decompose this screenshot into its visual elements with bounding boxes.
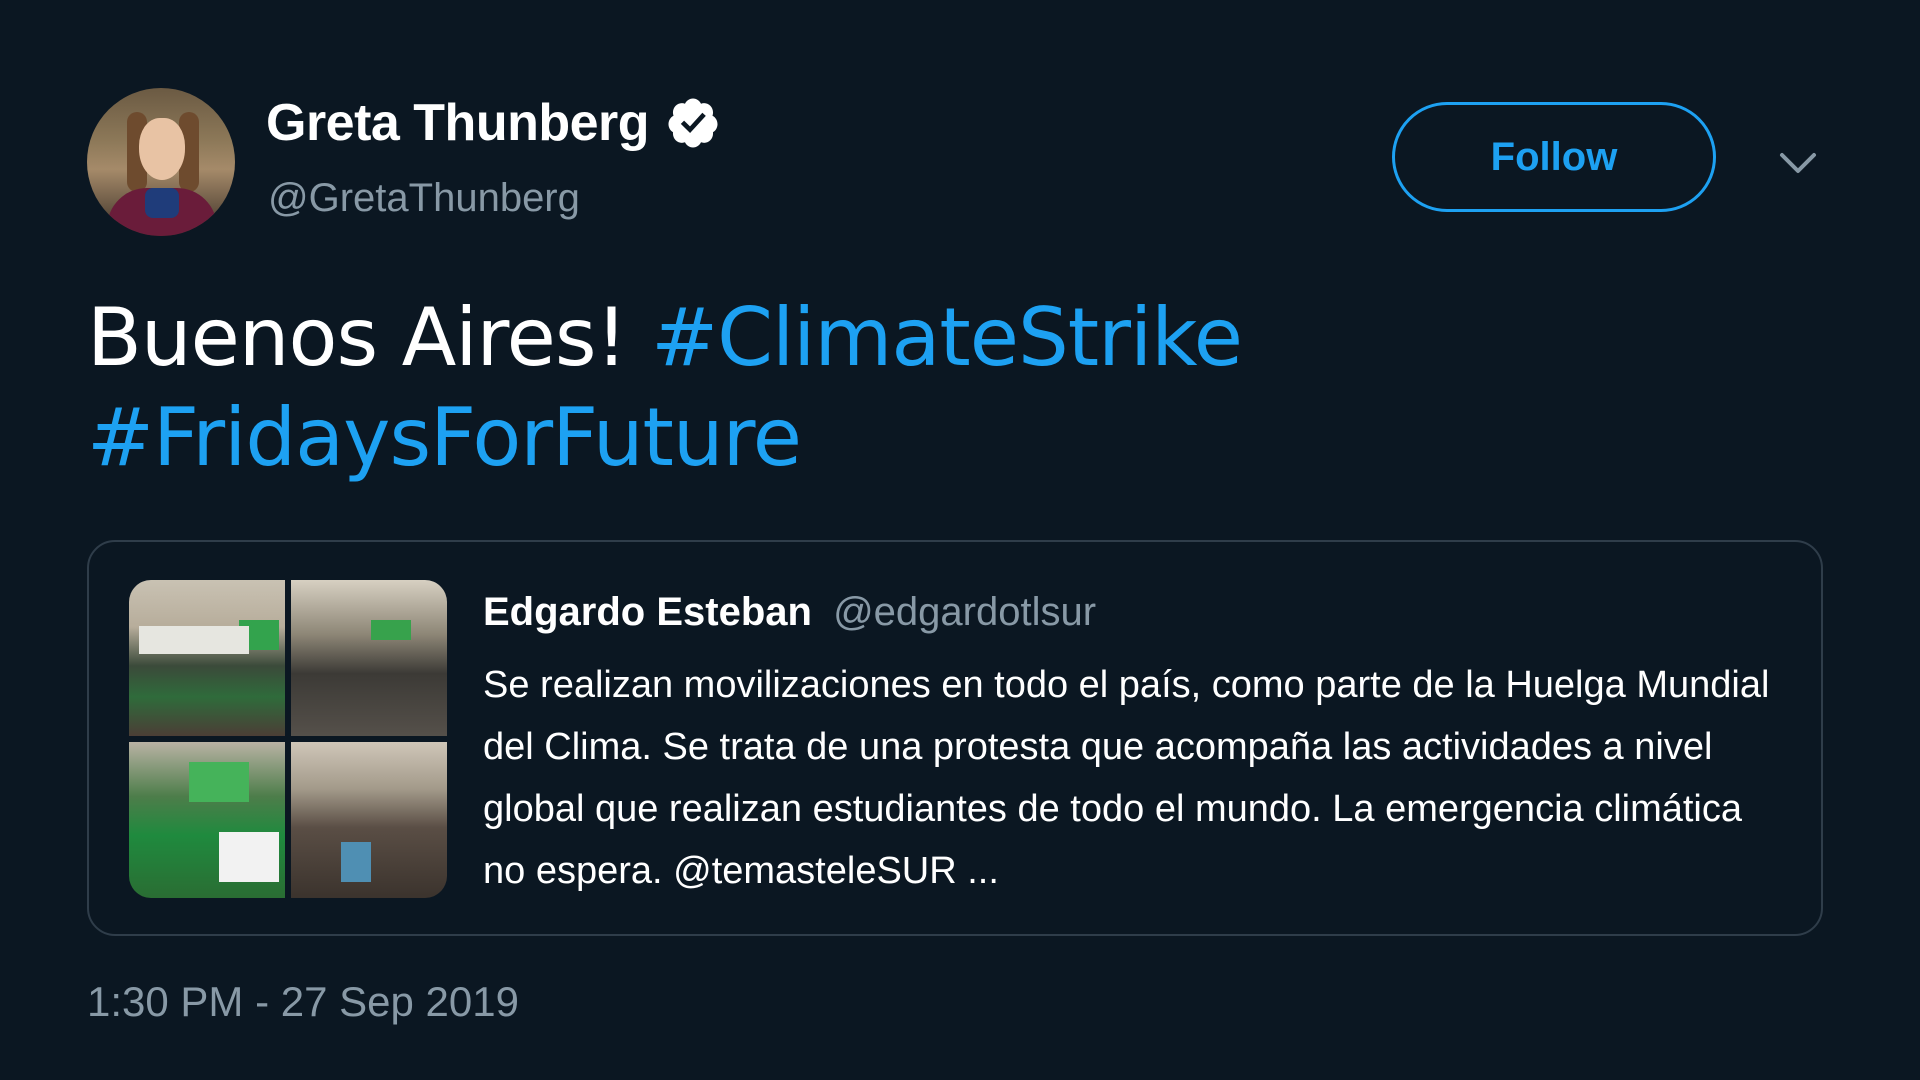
tweet-timestamp[interactable]: 1:30 PM - 27 Sep 2019 (87, 978, 519, 1026)
author-name[interactable]: Greta Thunberg (266, 93, 650, 153)
verified-badge-icon (668, 98, 718, 148)
quoted-author-row: Edgardo Esteban @edgardotlsur (483, 590, 1096, 635)
quoted-author-handle: @edgardotlsur (833, 590, 1097, 634)
hashtag-link[interactable]: #ClimateStrike (651, 291, 1243, 384)
author-handle[interactable]: @GretaThunberg (268, 176, 580, 221)
quoted-author-name: Edgardo Esteban (483, 590, 812, 634)
tweet-text-plain: Buenos Aires! (87, 291, 628, 384)
tweet-text: Buenos Aires! #ClimateStrike #FridaysFor… (87, 288, 1847, 488)
author-name-row[interactable]: Greta Thunberg (266, 93, 721, 153)
media-thumbnail[interactable] (129, 580, 285, 736)
media-thumbnail[interactable] (129, 742, 285, 898)
avatar-collar (145, 188, 179, 218)
chevron-down-icon[interactable] (1778, 150, 1818, 176)
avatar-face (139, 118, 185, 180)
media-thumbnail[interactable] (291, 742, 447, 898)
avatar[interactable] (87, 88, 235, 236)
quoted-media-grid[interactable] (129, 580, 447, 898)
quoted-tweet-card[interactable]: Edgardo Esteban @edgardotlsur Se realiza… (87, 540, 1823, 936)
media-thumbnail[interactable] (291, 580, 447, 736)
quoted-tweet-text: Se realizan movilizaciones en todo el pa… (483, 664, 1770, 892)
tweet: Greta Thunberg @GretaThunberg Follow Bue… (0, 0, 1920, 1080)
follow-button[interactable]: Follow (1392, 102, 1716, 212)
hashtag-link[interactable]: #FridaysForFuture (87, 391, 802, 484)
